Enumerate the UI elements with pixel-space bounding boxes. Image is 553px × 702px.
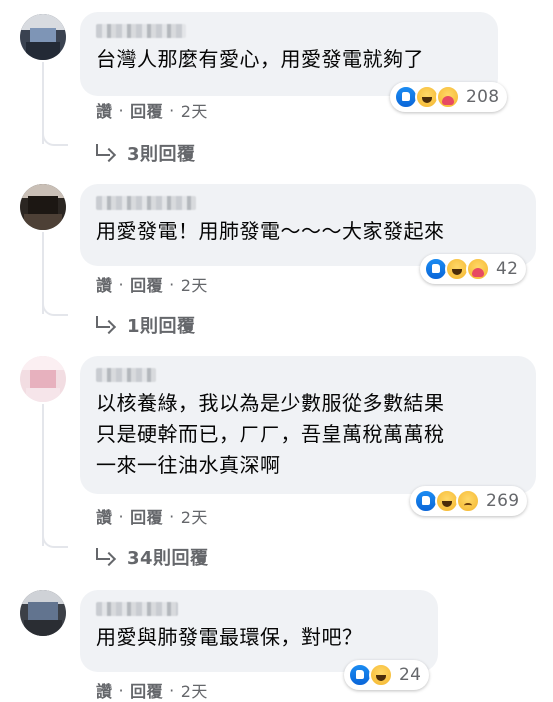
comment-text: 用愛與肺發電最環保，對吧？ bbox=[96, 625, 363, 649]
thread-reply-curve bbox=[42, 532, 68, 548]
care-icon bbox=[466, 257, 490, 281]
timestamp[interactable]: 2天 bbox=[181, 98, 208, 122]
replies-count-label: 34則回覆 bbox=[127, 548, 209, 569]
commenter-name-blurred[interactable] bbox=[96, 602, 178, 616]
like-button[interactable]: 讚 bbox=[96, 504, 113, 528]
replies-count-label: 1則回覆 bbox=[127, 316, 196, 337]
separator: · bbox=[118, 680, 125, 700]
like-button[interactable]: 讚 bbox=[96, 272, 113, 296]
sad-icon bbox=[456, 489, 480, 513]
comment-text: 台灣人那麼有愛心，用愛發電就夠了 bbox=[96, 47, 424, 71]
like-button[interactable]: 讚 bbox=[96, 678, 113, 702]
reply-arrow-icon bbox=[93, 548, 115, 566]
comment-actions: 讚 · 回覆 · 2天 bbox=[96, 272, 208, 296]
reaction-summary[interactable]: 42 bbox=[420, 254, 527, 284]
view-replies-button[interactable]: 3則回覆 bbox=[93, 140, 196, 166]
separator: · bbox=[169, 506, 175, 526]
separator: · bbox=[118, 274, 125, 294]
separator: · bbox=[169, 100, 175, 120]
separator: · bbox=[169, 274, 175, 294]
reaction-count: 42 bbox=[496, 259, 519, 279]
comment-text: 以核養綠，我以為是少數服從多數結果 只是硬幹而已，ㄏㄏ，吾皇萬稅萬萬稅 一來一往… bbox=[96, 391, 445, 477]
reaction-count: 208 bbox=[466, 87, 500, 107]
reply-button[interactable]: 回覆 bbox=[130, 272, 163, 296]
comment-text: 用愛發電！用肺發電～～～大家發起來 bbox=[96, 219, 445, 243]
comment-bubble: 以核養綠，我以為是少數服從多數結果 只是硬幹而已，ㄏㄏ，吾皇萬稅萬萬稅 一來一往… bbox=[80, 356, 536, 494]
view-replies-button[interactable]: 1則回覆 bbox=[93, 312, 196, 338]
separator: · bbox=[118, 100, 125, 120]
view-replies-button[interactable]: 34則回覆 bbox=[93, 544, 209, 570]
avatar[interactable] bbox=[20, 590, 66, 636]
avatar[interactable] bbox=[20, 14, 66, 60]
commenter-name-blurred[interactable] bbox=[96, 24, 186, 38]
like-button[interactable]: 讚 bbox=[96, 98, 113, 122]
thread-line bbox=[42, 404, 44, 546]
comment-actions: 讚 · 回覆 · 2天 bbox=[96, 504, 208, 528]
separator: · bbox=[118, 506, 125, 526]
care-icon bbox=[436, 85, 460, 109]
reaction-count: 269 bbox=[486, 491, 520, 511]
commenter-name-blurred[interactable] bbox=[96, 368, 156, 382]
avatar[interactable] bbox=[20, 184, 66, 230]
thread-reply-curve bbox=[42, 300, 68, 316]
reply-button[interactable]: 回覆 bbox=[130, 504, 163, 528]
commenter-name-blurred[interactable] bbox=[96, 196, 196, 210]
reaction-summary[interactable]: 208 bbox=[390, 82, 508, 112]
reply-button[interactable]: 回覆 bbox=[130, 98, 163, 122]
reply-button[interactable]: 回覆 bbox=[130, 678, 163, 702]
haha-icon bbox=[369, 663, 393, 687]
reply-arrow-icon bbox=[93, 316, 115, 334]
comment-actions: 讚 · 回覆 · 2天 bbox=[96, 678, 208, 702]
reply-arrow-icon bbox=[93, 144, 115, 162]
timestamp[interactable]: 2天 bbox=[181, 504, 208, 528]
timestamp[interactable]: 2天 bbox=[181, 678, 208, 702]
comment-actions: 讚 · 回覆 · 2天 bbox=[96, 98, 208, 122]
reaction-summary[interactable]: 269 bbox=[410, 486, 528, 516]
separator: · bbox=[169, 680, 175, 700]
avatar[interactable] bbox=[20, 356, 66, 402]
thread-reply-curve bbox=[42, 130, 68, 146]
timestamp[interactable]: 2天 bbox=[181, 272, 208, 296]
replies-count-label: 3則回覆 bbox=[127, 144, 196, 165]
reaction-summary[interactable]: 24 bbox=[344, 660, 430, 690]
reaction-count: 24 bbox=[399, 665, 422, 685]
